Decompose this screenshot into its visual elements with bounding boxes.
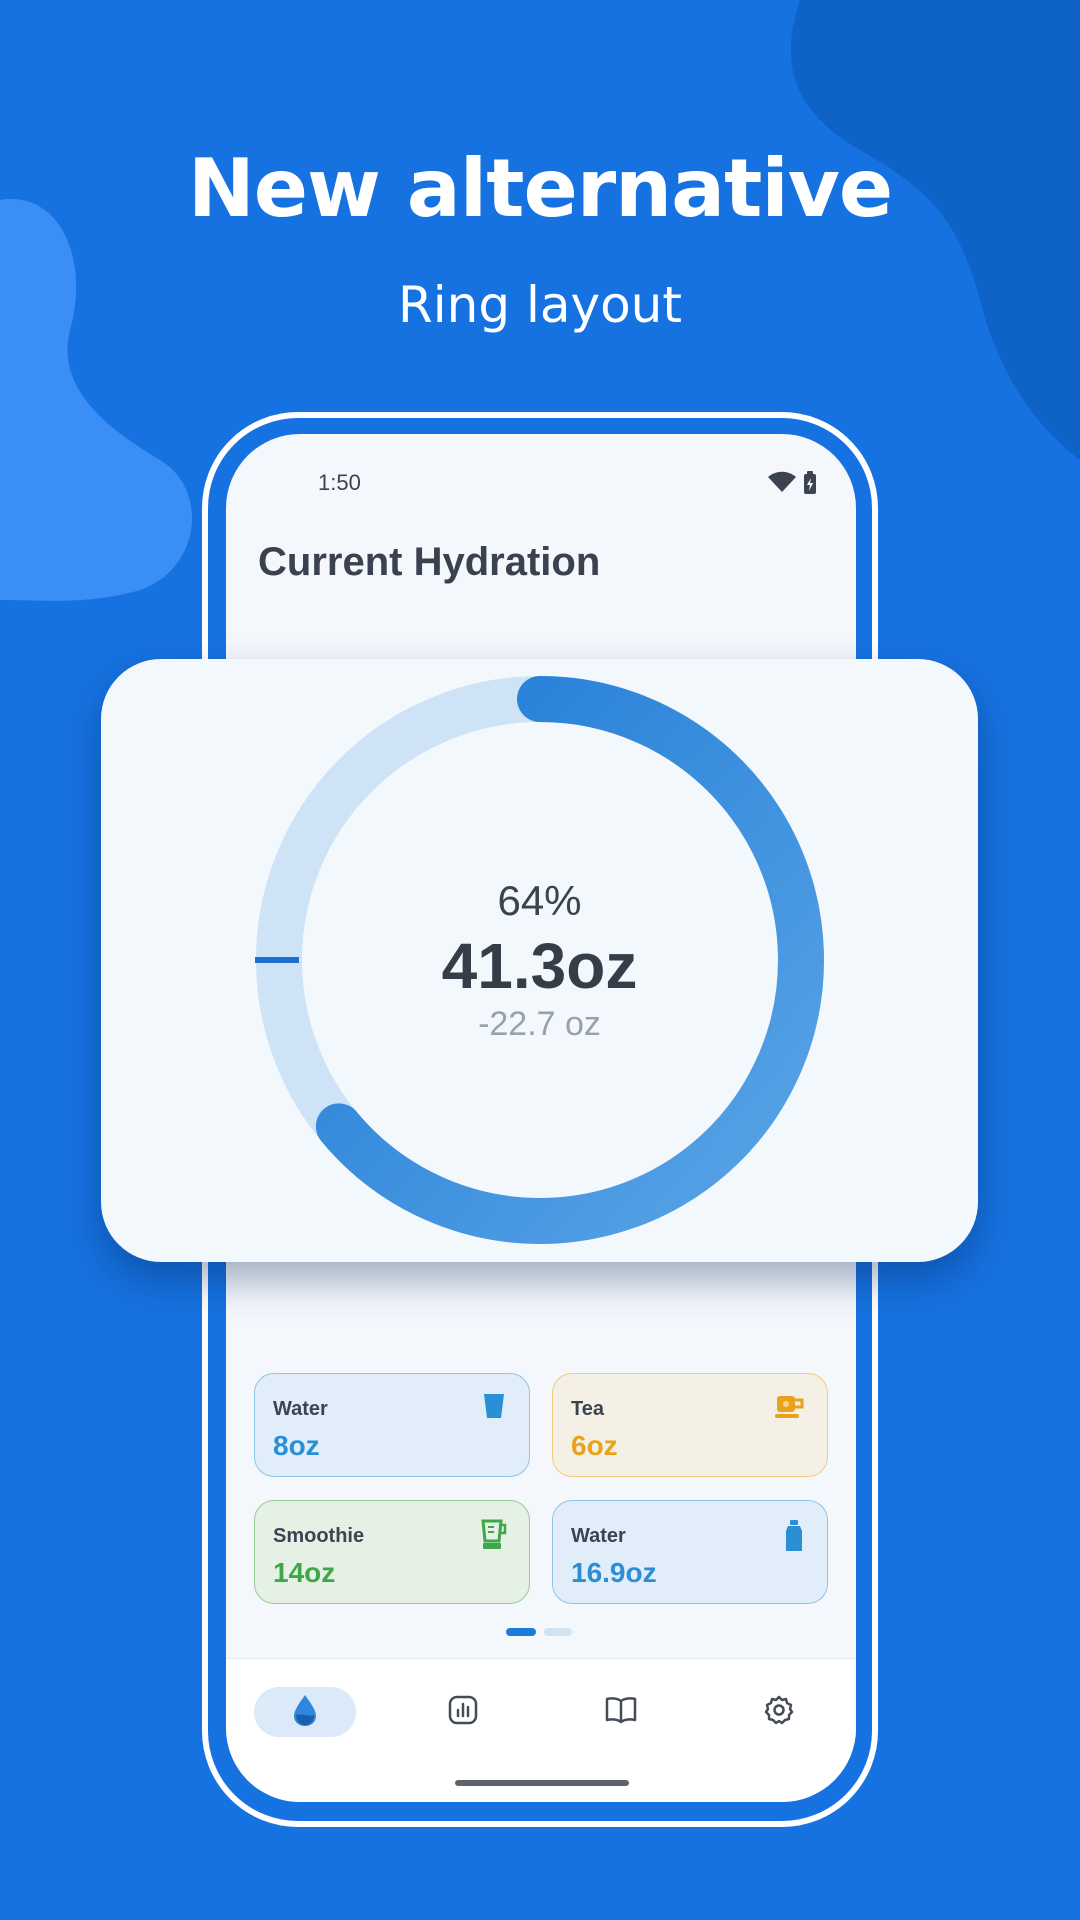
drink-amount: 6oz xyxy=(571,1430,618,1461)
hydration-remaining: -22.7 oz xyxy=(478,1005,601,1043)
drink-name: Smoothie xyxy=(273,1525,365,1547)
hydration-percent: 64% xyxy=(497,877,582,924)
nav-item-settings[interactable] xyxy=(728,1687,830,1737)
book-icon xyxy=(605,1696,637,1729)
status-time: 1:50 xyxy=(318,470,361,495)
status-icons xyxy=(766,470,820,501)
water-drop-icon xyxy=(292,1693,318,1732)
bottle-icon xyxy=(783,1519,805,1558)
drink-name: Water xyxy=(571,1525,626,1547)
blender-icon xyxy=(479,1519,507,1556)
drink-name: Water xyxy=(273,1398,328,1420)
settings-gear-icon xyxy=(763,1694,795,1731)
drink-amount: 14oz xyxy=(273,1557,336,1588)
nav-item-guide[interactable] xyxy=(570,1687,672,1737)
nav-item-hydration[interactable] xyxy=(254,1687,356,1737)
drink-tile-water-bottle[interactable]: Water 16.9oz xyxy=(552,1500,828,1604)
screen-title: Current Hydration xyxy=(258,540,601,584)
drink-tile-tea[interactable]: Tea 6oz xyxy=(552,1373,828,1477)
battery-icon xyxy=(804,471,816,494)
drink-tile-smoothie[interactable]: Smoothie 14oz xyxy=(254,1500,530,1604)
page-indicator xyxy=(506,1625,576,1643)
drink-name: Tea xyxy=(571,1398,604,1420)
hydration-ring-card: 64% 41.3oz -22.7 oz xyxy=(101,659,978,1262)
hydration-total: 41.3oz xyxy=(441,930,638,1002)
stats-icon xyxy=(448,1695,478,1730)
teapot-icon xyxy=(773,1392,805,1425)
nav-item-stats[interactable] xyxy=(412,1687,514,1737)
wifi-icon xyxy=(768,471,796,492)
drink-amount: 16.9oz xyxy=(571,1557,657,1588)
page-dot-active[interactable] xyxy=(506,1628,536,1636)
home-indicator[interactable] xyxy=(455,1780,629,1786)
promo-headline: New alternative xyxy=(187,142,893,235)
drink-tile-water[interactable]: Water 8oz xyxy=(254,1373,530,1477)
page-dot[interactable] xyxy=(544,1628,572,1636)
drink-amount: 8oz xyxy=(273,1430,320,1461)
promo-subline: Ring layout xyxy=(398,276,682,334)
cup-icon xyxy=(481,1392,507,1425)
